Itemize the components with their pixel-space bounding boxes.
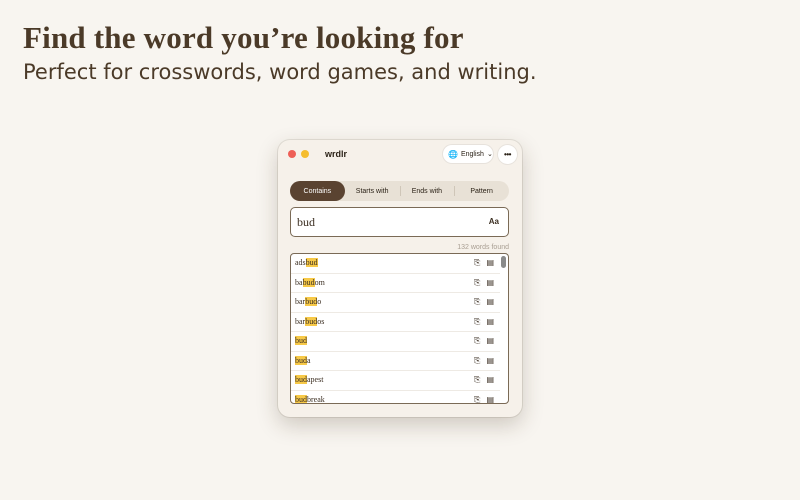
row-actions: ⎘ ▤ [474,258,494,268]
word-prefix: ba [295,277,303,287]
tab-starts-with[interactable]: Starts with [345,181,400,201]
tab-contains[interactable]: Contains [290,181,345,201]
language-button[interactable]: 🌐 English ⌄ [443,145,493,163]
word-text: budbreak [295,394,325,404]
more-options-button[interactable]: ••• [498,145,517,164]
list-item[interactable]: adsbud ⎘ ▤ [291,254,500,274]
dictionary-icon[interactable]: ▤ [486,336,494,346]
word-prefix: bar [295,297,306,306]
word-prefix: bar [295,316,306,326]
match-case-button[interactable]: Aa [489,217,499,226]
minimize-window-button[interactable] [301,150,309,158]
match-highlight: bud [302,277,315,287]
translate-icon: 🌐 [448,149,458,159]
results-count: 132 words found [457,244,509,251]
dictionary-icon[interactable]: ▤ [486,395,494,404]
word-prefix: ads [295,258,306,267]
app-window: wrdlr 🌐 English ⌄ ••• Contains Starts wi… [278,140,522,417]
close-window-button[interactable] [288,150,296,158]
word-suffix: os [317,316,325,326]
match-highlight: bud [305,297,318,306]
word-text: budapest [295,375,323,384]
tab-pattern[interactable]: Pattern [454,181,509,201]
copy-icon[interactable]: ⎘ [474,356,480,366]
match-highlight: bud [295,375,307,384]
word-suffix: o [317,297,322,306]
word-text: babudom [295,277,325,287]
copy-icon[interactable]: ⎘ [474,375,480,385]
tab-ends-with[interactable]: Ends with [399,181,455,201]
list-item[interactable]: budapest ⎘ ▤ [291,371,500,391]
word-suffix: break [307,394,325,404]
list-item[interactable]: babudom ⎘ ▤ [291,274,500,293]
row-actions: ⎘ ▤ [474,336,494,346]
match-highlight: bud [305,316,318,326]
list-item[interactable]: barbudos ⎘ ▤ [291,313,500,332]
word-text: barbudos [295,316,325,326]
row-actions: ⎘ ▤ [474,356,494,366]
list-item[interactable]: buda ⎘ ▤ [291,352,500,371]
page-title: Find the word you’re looking for [23,20,464,55]
copy-icon[interactable]: ⎘ [474,278,480,288]
dictionary-icon[interactable]: ▤ [486,375,494,385]
match-highlight: bud [305,258,318,267]
app-name: wrdlr [325,149,348,159]
dictionary-icon[interactable]: ▤ [486,297,494,307]
dictionary-icon[interactable]: ▤ [486,278,494,288]
dictionary-icon[interactable]: ▤ [486,317,494,327]
match-highlight: bud [295,336,307,345]
row-actions: ⎘ ▤ [474,317,494,327]
row-actions: ⎘ ▤ [474,395,494,404]
title-bar: wrdlr 🌐 English ⌄ ••• [278,140,522,170]
word-text: adsbud [295,258,318,267]
copy-icon[interactable]: ⎘ [474,395,480,404]
scrollbar[interactable] [501,256,506,268]
word-text: bud [295,336,307,345]
dictionary-icon[interactable]: ▤ [486,258,494,268]
row-actions: ⎘ ▤ [474,297,494,307]
chevron-down-icon: ⌄ [486,151,493,158]
copy-icon[interactable]: ⎘ [474,258,480,268]
search-mode-tabs: Contains Starts with Ends with Pattern [290,181,509,201]
copy-icon[interactable]: ⎘ [474,317,480,327]
list-item[interactable]: barbudo ⎘ ▤ [291,293,500,313]
list-item[interactable]: bud ⎘ ▤ [291,332,500,352]
dictionary-icon[interactable]: ▤ [486,356,494,366]
search-field: Aa [290,207,509,237]
search-input[interactable] [297,213,477,231]
word-suffix: apest [307,375,324,384]
language-label: English [460,150,484,158]
match-highlight: bud [295,355,307,365]
results-list[interactable]: adsbud ⎘ ▤ babudom ⎘ ▤ barbudo ⎘ ▤ barbudos ⎘ ▤ bud ⎘… [290,253,509,404]
row-actions: ⎘ ▤ [474,375,494,385]
word-text: barbudo [295,297,321,306]
word-suffix: a [307,355,311,365]
word-suffix: om [314,277,325,287]
copy-icon[interactable]: ⎘ [474,336,480,346]
ellipsis-icon: ••• [504,150,511,159]
list-item[interactable]: budbreak ⎘ ▤ [291,391,500,404]
copy-icon[interactable]: ⎘ [474,297,480,307]
word-text: buda [295,355,311,365]
row-actions: ⎘ ▤ [474,278,494,288]
page-subtitle: Perfect for crosswords, word games, and … [23,60,537,84]
match-highlight: bud [295,394,307,404]
